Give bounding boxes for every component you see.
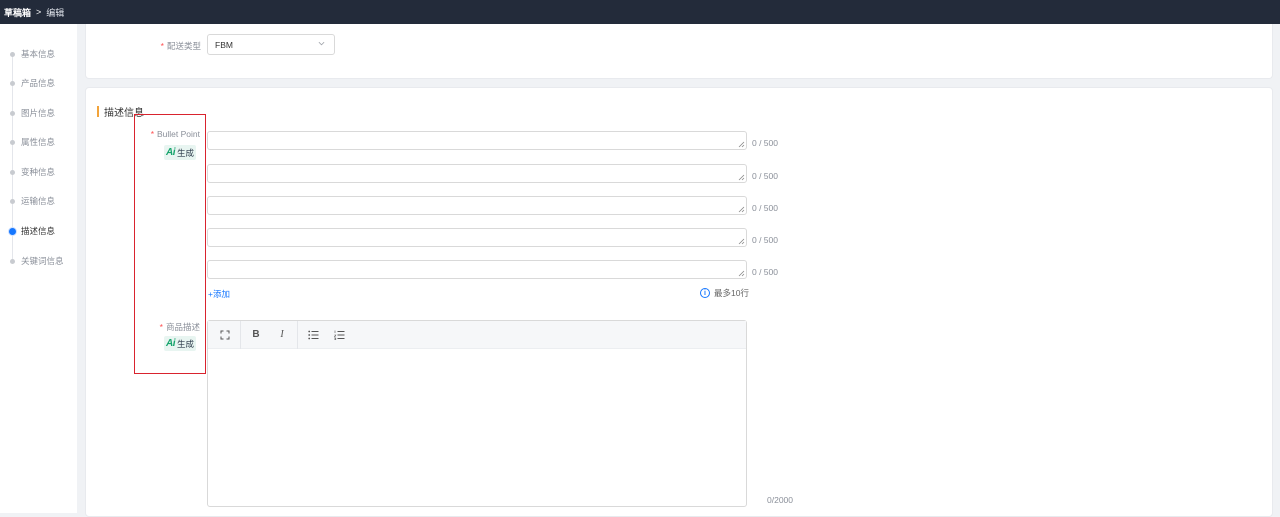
toolbar-divider <box>297 320 298 349</box>
bullet-count-4: 0 / 500 <box>752 235 778 245</box>
description-char-count: 0/2000 <box>767 495 793 505</box>
nav-item-label: 图片信息 <box>21 108 56 118</box>
editor-toolbar: B I <box>208 320 746 349</box>
bold-button[interactable]: B <box>247 326 265 344</box>
shipping-type-label: * 配送类型 <box>155 40 201 52</box>
chevron-down-icon <box>318 41 325 46</box>
ai-logo-icon: Ai <box>166 147 176 158</box>
bullet-count-2: 0 / 500 <box>752 171 778 181</box>
bullet-point-input-2[interactable] <box>207 164 747 183</box>
bullet-point-input-4[interactable] <box>207 228 747 247</box>
bullet-point-input-3[interactable] <box>207 196 747 215</box>
add-bullet-link[interactable]: +添加 <box>208 288 230 300</box>
nav-item-label: 运输信息 <box>21 196 56 206</box>
shipping-type-label-text: 配送类型 <box>166 41 201 51</box>
max-rows-hint-text: 最多10行 <box>714 288 749 298</box>
bullet-point-label-text: Bullet Point <box>157 129 200 139</box>
nav-dot <box>10 80 15 86</box>
bullet-point-input-5[interactable] <box>207 260 747 279</box>
resize-handle-icon[interactable] <box>738 238 745 245</box>
section-title: 描述信息 <box>97 104 144 119</box>
required-mark: * <box>150 129 154 139</box>
section-nav: 基本信息 产品信息 图片信息 属性信息 变种信息 运输信息 描述信息 关键词信息 <box>0 24 77 513</box>
nav-dot-active <box>9 227 16 235</box>
breadcrumb-separator: > <box>36 7 42 17</box>
fullscreen-button[interactable] <box>216 326 234 344</box>
bullet-ai-generate-button[interactable]: Ai 生成 <box>164 145 197 160</box>
ordered-list-icon <box>333 330 344 340</box>
bullet-count-3: 0 / 500 <box>752 203 778 213</box>
nav-item-label: 描述信息 <box>21 226 56 236</box>
bullet-point-label: * Bullet Point <box>140 129 200 139</box>
required-mark: * <box>159 322 163 332</box>
max-rows-hint: i 最多10行 <box>700 287 749 299</box>
info-icon: i <box>700 288 710 298</box>
bullet-count-1: 0 / 500 <box>752 138 778 148</box>
bullet-count-5: 0 / 500 <box>752 267 778 277</box>
editor-content-area[interactable] <box>208 349 746 506</box>
nav-item-basic[interactable]: 基本信息 <box>10 47 55 61</box>
nav-item-product[interactable]: 产品信息 <box>10 76 55 90</box>
bold-icon: B <box>252 329 260 340</box>
bullet-list-icon <box>307 330 318 339</box>
nav-dot <box>10 198 15 204</box>
top-bar: 草稿箱 > 编辑 <box>0 0 1280 24</box>
nav-dot <box>10 51 15 57</box>
ordered-list-button[interactable] <box>330 326 348 344</box>
italic-button[interactable]: I <box>273 326 291 344</box>
rich-text-editor: B I <box>207 320 747 507</box>
ai-logo-icon: Ai <box>166 338 176 349</box>
nav-dot <box>10 110 15 116</box>
breadcrumb-root[interactable]: 草稿箱 <box>4 6 31 19</box>
bullet-point-input-1[interactable] <box>207 131 747 150</box>
nav-item-label: 属性信息 <box>21 137 56 147</box>
required-mark: * <box>160 41 164 51</box>
shipping-type-value: FBM <box>215 39 233 50</box>
nav-item-images[interactable]: 图片信息 <box>10 106 55 120</box>
bullet-list-button[interactable] <box>304 326 322 344</box>
product-description-label-text: 商品描述 <box>165 322 200 332</box>
section-title-text: 描述信息 <box>104 108 144 119</box>
section-title-bar <box>97 106 99 117</box>
description-ai-generate-button[interactable]: Ai 生成 <box>164 336 197 351</box>
italic-icon: I <box>280 329 284 340</box>
nav-item-label: 变种信息 <box>21 167 56 177</box>
ai-generate-label: 生成 <box>177 338 195 349</box>
nav-item-attributes[interactable]: 属性信息 <box>10 135 55 149</box>
nav-item-label: 关键词信息 <box>21 256 64 266</box>
nav-item-label: 基本信息 <box>21 49 56 59</box>
nav-item-description[interactable]: 描述信息 <box>9 224 56 238</box>
resize-handle-icon[interactable] <box>738 206 745 213</box>
resize-handle-icon[interactable] <box>738 174 745 181</box>
nav-item-keywords[interactable]: 关键词信息 <box>10 254 64 268</box>
nav-item-shipping[interactable]: 运输信息 <box>10 194 55 208</box>
fullscreen-icon <box>220 330 230 339</box>
resize-handle-icon[interactable] <box>738 270 745 277</box>
breadcrumb-current: 编辑 <box>46 7 65 18</box>
nav-dot <box>10 139 15 145</box>
nav-dot <box>10 258 15 264</box>
ai-generate-label: 生成 <box>177 147 195 158</box>
toolbar-divider <box>240 320 241 349</box>
nav-item-variants[interactable]: 变种信息 <box>10 165 55 179</box>
resize-handle-icon[interactable] <box>738 141 745 148</box>
product-description-label: * 商品描述 <box>150 321 200 333</box>
shipping-type-select[interactable]: FBM <box>207 34 335 55</box>
nav-item-label: 产品信息 <box>21 78 56 88</box>
nav-dot <box>10 169 15 175</box>
